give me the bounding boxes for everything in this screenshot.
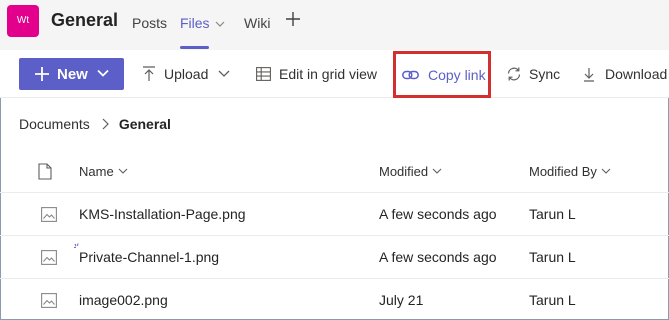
file-modified: A few seconds ago — [379, 249, 497, 265]
breadcrumb-root[interactable]: Documents — [19, 116, 90, 132]
column-header-modified-by[interactable]: Modified By — [529, 164, 611, 179]
file-modified-by: Tarun L — [529, 292, 576, 308]
add-tab-icon[interactable] — [284, 10, 302, 28]
grid-icon — [256, 67, 271, 81]
chevron-down-icon[interactable] — [218, 70, 230, 78]
image-file-icon — [41, 293, 57, 308]
chevron-down-icon[interactable] — [215, 21, 225, 28]
channel-title: General — [51, 10, 119, 30]
upload-button[interactable]: Upload — [142, 50, 230, 98]
chevron-down-icon — [118, 168, 128, 174]
file-modified-by: Tarun L — [529, 249, 576, 265]
upload-label: Upload — [164, 66, 209, 82]
command-bar: New Upload Edit in grid view Copy link S… — [0, 50, 669, 98]
table-row[interactable]: KMS-Installation-Page.png A few seconds … — [0, 193, 669, 236]
file-name[interactable]: image002.png — [79, 292, 168, 308]
image-file-icon — [41, 250, 57, 265]
new-button[interactable]: New — [19, 58, 124, 90]
image-file-icon — [41, 207, 57, 222]
copy-link-label: Copy link — [428, 66, 486, 83]
table-row[interactable]: Private-Channel-1.png A few seconds ago … — [0, 236, 669, 279]
column-header-modified-label: Modified — [379, 164, 429, 179]
sync-label: Sync — [529, 66, 561, 82]
tab-files-label: Files — [180, 15, 210, 31]
tab-posts[interactable]: Posts — [132, 15, 167, 31]
chevron-down-icon — [97, 69, 109, 77]
column-header-name-label: Name — [79, 164, 114, 179]
active-tab-indicator — [180, 46, 209, 49]
link-icon — [402, 70, 419, 79]
column-header-modified-by-label: Modified By — [529, 164, 597, 179]
new-button-label: New — [57, 66, 88, 83]
upload-icon — [143, 66, 155, 81]
file-modified: A few seconds ago — [379, 206, 497, 222]
table-row[interactable]: image002.png July 21 Tarun L — [0, 279, 669, 320]
file-modified: July 21 — [379, 292, 424, 308]
chevron-right-icon — [102, 118, 109, 130]
edit-in-grid-view-label: Edit in grid view — [279, 66, 378, 82]
copy-link-button[interactable]: Copy link — [393, 51, 491, 98]
edit-in-grid-view-button[interactable]: Edit in grid view — [256, 50, 377, 98]
file-name[interactable]: Private-Channel-1.png — [79, 249, 219, 265]
breadcrumb: Documents General — [19, 116, 171, 132]
column-header-name[interactable]: Name — [79, 164, 128, 179]
plus-icon — [35, 67, 49, 81]
tab-wiki[interactable]: Wiki — [244, 15, 270, 31]
download-button[interactable]: Download — [583, 50, 667, 98]
team-avatar[interactable]: Wt — [7, 5, 39, 37]
file-modified-by: Tarun L — [529, 206, 576, 222]
list-header: Name Modified Modified By — [0, 150, 669, 193]
sync-icon — [507, 67, 521, 81]
column-header-modified[interactable]: Modified — [379, 164, 442, 179]
file-type-icon[interactable] — [38, 163, 52, 180]
channel-header: Wt General Posts Files Wiki — [0, 0, 669, 50]
chevron-down-icon — [432, 168, 442, 174]
download-icon — [584, 67, 594, 82]
download-label: Download — [605, 66, 668, 82]
chevron-down-icon — [601, 168, 611, 174]
sync-button[interactable]: Sync — [506, 50, 560, 98]
tab-files[interactable]: Files — [180, 15, 225, 31]
file-name[interactable]: KMS-Installation-Page.png — [79, 206, 246, 222]
breadcrumb-current: General — [118, 116, 171, 132]
